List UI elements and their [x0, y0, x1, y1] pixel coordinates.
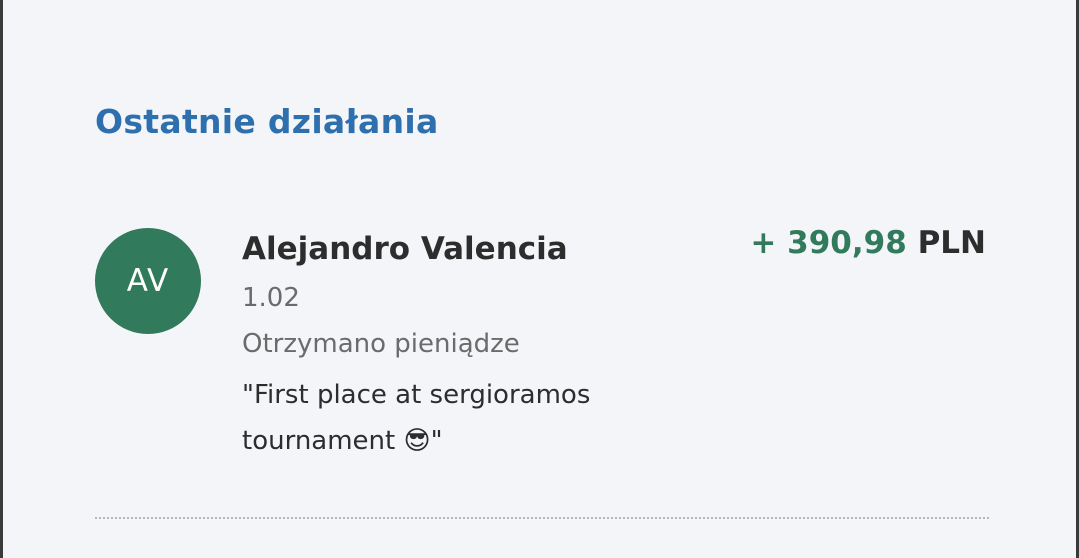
- transaction-type: Otrzymano pieniądze: [242, 329, 520, 359]
- activity-list-item[interactable]: AV Alejandro Valencia 1.02 Otrzymano pie…: [95, 228, 989, 478]
- transaction-note: "First place at sergioramos tournament 😎…: [242, 380, 591, 456]
- recent-activity-title: Ostatnie działania: [95, 102, 439, 141]
- window-border-left: [0, 0, 3, 558]
- amount-currency: PLN: [917, 225, 986, 261]
- transaction-date: 1.02: [242, 283, 300, 313]
- list-divider: [95, 517, 989, 519]
- avatar: AV: [95, 228, 201, 334]
- activity-details: Alejandro Valencia 1.02 Otrzymano pienią…: [242, 228, 722, 464]
- counterparty-name: Alejandro Valencia: [242, 231, 568, 267]
- transaction-amount: + 390,98 PLN: [750, 225, 986, 261]
- amount-value: + 390,98: [750, 225, 907, 261]
